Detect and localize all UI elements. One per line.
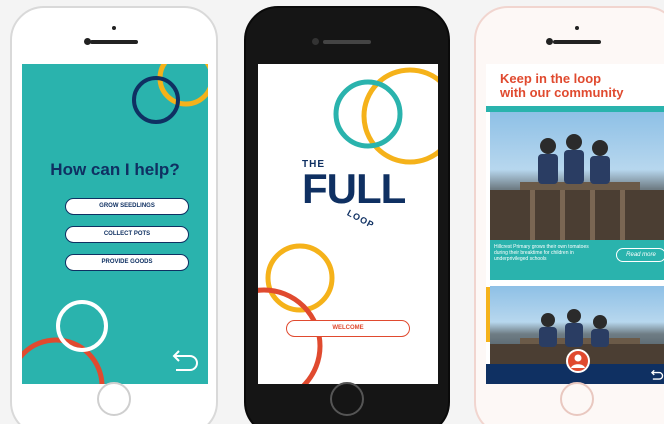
front-camera xyxy=(312,38,319,45)
mute-switch xyxy=(10,68,12,82)
phone-community: Keep in the loop with our community Hill… xyxy=(474,6,664,424)
volume-down-button xyxy=(474,132,476,158)
speaker-grille xyxy=(90,40,138,44)
home-button[interactable] xyxy=(560,382,594,416)
home-button[interactable] xyxy=(330,382,364,416)
help-screen: How can I help? GROW SEEDLINGS COLLECT P… xyxy=(22,64,208,384)
phone-welcome: THE FULL LOOP WELCOME xyxy=(244,6,450,424)
decorative-circles xyxy=(22,64,208,384)
user-icon xyxy=(571,354,585,368)
news-card[interactable]: Hillcrest Primary grows their own tomato… xyxy=(490,112,664,280)
title-line-1: Keep in the loop xyxy=(500,71,602,86)
back-arrow-icon[interactable] xyxy=(170,346,200,372)
mute-switch xyxy=(244,68,246,82)
logo-full: FULL xyxy=(302,165,406,212)
volume-up-button xyxy=(244,96,246,122)
page-title: Keep in the loop with our community xyxy=(500,72,624,100)
front-camera xyxy=(546,38,553,45)
profile-button[interactable] xyxy=(566,349,590,373)
mute-switch xyxy=(474,68,476,82)
page-title: How can I help? xyxy=(50,160,180,179)
phone-help: How can I help? GROW SEEDLINGS COLLECT P… xyxy=(10,6,218,424)
photo-illustration xyxy=(490,134,664,240)
sensor-dot xyxy=(575,26,579,30)
red-ring xyxy=(258,287,323,384)
home-button[interactable] xyxy=(97,382,131,416)
volume-down-button xyxy=(244,132,246,158)
news-photo xyxy=(490,112,664,240)
news-caption: Hillcrest Primary grows their own tomato… xyxy=(494,244,589,262)
title-line-2: with our community xyxy=(500,85,624,100)
yellow-ring xyxy=(157,64,208,107)
community-screen: Keep in the loop with our community Hill… xyxy=(486,64,664,384)
volume-down-button xyxy=(10,132,12,158)
volume-up-button xyxy=(474,96,476,122)
welcome-screen: THE FULL LOOP WELCOME xyxy=(258,64,438,384)
speaker-grille xyxy=(553,40,601,44)
collect-pots-button[interactable]: COLLECT POTS xyxy=(65,226,189,243)
speaker-grille xyxy=(323,40,371,44)
sensor-dot xyxy=(112,26,116,30)
provide-goods-button[interactable]: PROVIDE GOODS xyxy=(65,254,189,271)
grow-seedlings-button[interactable]: GROW SEEDLINGS xyxy=(65,198,189,215)
back-arrow-icon[interactable] xyxy=(650,368,664,380)
volume-up-button xyxy=(10,96,12,122)
welcome-button[interactable]: WELCOME xyxy=(286,320,410,337)
read-more-button[interactable]: Read more xyxy=(616,248,664,262)
white-ring xyxy=(56,300,108,352)
